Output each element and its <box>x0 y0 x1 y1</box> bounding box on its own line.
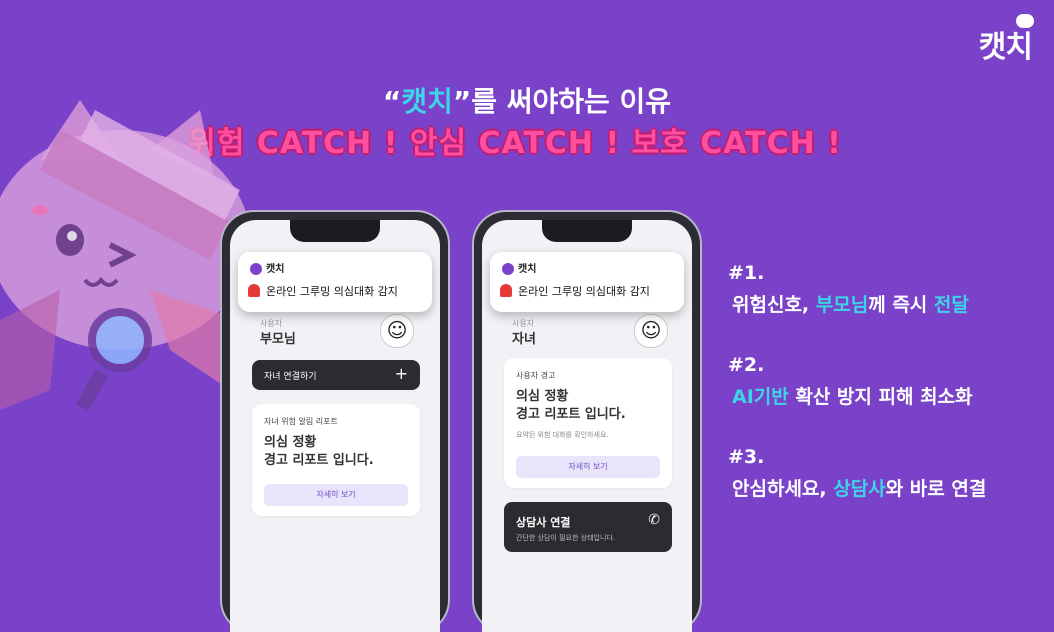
title-rest: 를 써야하는 이유 <box>471 85 672 118</box>
reason-number: #3. <box>728 446 765 468</box>
reason-number: #1. <box>728 262 765 284</box>
reason-text: 안심하세요, 상담사와 바로 연결 <box>728 474 986 501</box>
reason-text-mid: 께 즉시 <box>868 294 934 316</box>
reason-highlight-2: 전달 <box>933 294 969 316</box>
connect-child-label: 자녀 연결하기 <box>264 372 317 382</box>
reason-text: 위험신호, 부모님께 즉시 전달 <box>728 290 969 317</box>
warning-line-2: 경고 리포트 입니다. <box>516 407 626 422</box>
app-icon <box>250 263 262 275</box>
reason-highlight: 상담사 <box>833 478 886 500</box>
counselor-connect-card[interactable]: 상담사 연결 간단한 상담이 필요한 상태입니다. ✆ <box>504 502 672 552</box>
view-details-button[interactable]: 자세히 보기 <box>516 456 660 478</box>
reason-item-1: #1. 위험신호, 부모님께 즉시 전달 <box>728 262 969 317</box>
phone-mockup-parent: 사용자 부모님 ☺ 자녀 연결하기 + 자녀 위험 알림 리포트 의심 정황 경… <box>222 212 448 632</box>
phone-icon: ✆ <box>648 512 660 528</box>
notification-app-name: 캣치 <box>518 264 537 275</box>
notification-message: 온라인 그루밍 의심대화 감지 <box>266 285 398 298</box>
reason-text-pre: 위험신호, <box>732 294 816 316</box>
reason-number: #2. <box>728 354 765 376</box>
user-name: 자녀 <box>512 332 536 347</box>
notification-message: 온라인 그루밍 의심대화 감지 <box>518 285 650 298</box>
logo-text: 캣치 <box>978 30 1033 65</box>
notification-app-name: 캣치 <box>266 264 285 275</box>
title-brand: 캣치 <box>401 85 453 118</box>
reason-item-2: #2. AI기반 확산 방지 피해 최소화 <box>728 354 973 409</box>
reason-highlight: 부모님 <box>815 294 869 316</box>
user-warning-card: 사용자 경고 의심 정황 경고 리포트 입니다. 요약된 위험 대화를 확인하세… <box>504 358 672 488</box>
phone-notch <box>542 220 632 242</box>
parents-avatar-icon: ☺ <box>380 314 414 348</box>
quote-close: ” <box>452 85 472 118</box>
counselor-title: 상담사 연결 <box>516 516 571 529</box>
reason-highlight: AI기반 <box>732 386 789 408</box>
cat-detective-mascot-illustration <box>0 100 250 411</box>
phone-mockup-child: 사용자 자녀 ☺ 사용자 경고 의심 정황 경고 리포트 입니다. 요약된 위험… <box>474 212 700 632</box>
child-avatar-icon: ☺ <box>634 314 668 348</box>
notification-banner[interactable]: 캣치 온라인 그루밍 의심대화 감지 <box>490 252 684 312</box>
paw-icon <box>1016 14 1034 28</box>
child-risk-report-card: 자녀 위험 알림 리포트 의심 정황 경고 리포트 입니다. 자세히 보기 <box>252 404 420 516</box>
warning-caption: 사용자 경고 <box>516 371 556 380</box>
brand-logo: 캣치 <box>978 14 1034 66</box>
view-details-button[interactable]: 자세히 보기 <box>264 484 408 506</box>
notification-app: 캣치 <box>502 260 536 275</box>
reason-item-3: #3. 안심하세요, 상담사와 바로 연결 <box>728 446 986 501</box>
plus-icon: + <box>394 364 408 383</box>
report-caption: 자녀 위험 알림 리포트 <box>264 417 338 426</box>
reason-text-pre: 안심하세요, <box>732 478 834 500</box>
warning-hint: 요약된 위험 대화를 확인하세요. <box>516 431 609 439</box>
notification-app: 캣치 <box>250 260 284 275</box>
warning-line-1: 의심 정황 <box>516 389 569 404</box>
quote-open: “ <box>382 85 402 118</box>
user-name: 부모님 <box>260 332 296 347</box>
counselor-subtitle: 간단한 상담이 필요한 상태입니다. <box>516 534 616 542</box>
reason-text: AI기반 확산 방지 피해 최소화 <box>728 382 973 409</box>
phone-notch <box>290 220 380 242</box>
siren-icon <box>248 284 260 297</box>
siren-icon <box>500 284 512 297</box>
report-line-1: 의심 정황 <box>264 435 317 450</box>
reason-text-mid: 와 바로 연결 <box>885 478 987 500</box>
app-icon <box>502 263 514 275</box>
notification-banner[interactable]: 캣치 온라인 그루밍 의심대화 감지 <box>238 252 432 312</box>
report-line-2: 경고 리포트 입니다. <box>264 453 374 468</box>
connect-child-button[interactable]: 자녀 연결하기 + <box>252 360 420 390</box>
reason-text-mid: 확산 방지 피해 최소화 <box>788 386 973 408</box>
